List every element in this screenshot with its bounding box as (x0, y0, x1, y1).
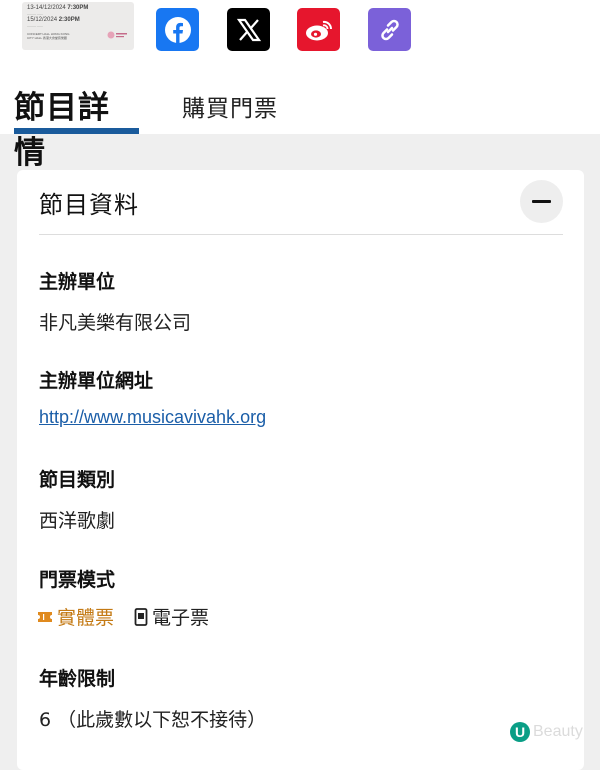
thumb-subline-2: ——— —— (27, 24, 43, 28)
event-thumbnail[interactable]: 13-14/12/2024 7:30PM ——— —— 15/12/2024 2… (22, 2, 134, 50)
program-info-card: 節目資料 主辦單位 非凡美樂有限公司 主辦單位網址 http://www.mus… (17, 170, 584, 770)
e-ticket-label: 電子票 (152, 607, 210, 629)
section-title: 節目資料 (39, 191, 139, 219)
thumb-venue: CONCERT HALL HONG KONG CITY HALL 香港大會堂音樂… (27, 32, 70, 40)
ticket-mode-label: 門票模式 (39, 569, 116, 591)
paper-ticket-label: 實體票 (57, 607, 115, 629)
copy-link-button[interactable] (368, 8, 411, 51)
ticket-mode-values: 實體票 電子票 (37, 603, 209, 630)
watermark-text: Beauty (533, 723, 583, 740)
website-link[interactable]: http://www.musicavivahk.org (39, 407, 266, 428)
divider (39, 234, 563, 235)
organizer-label: 主辦單位 (39, 271, 116, 293)
weibo-share-button[interactable] (297, 8, 340, 51)
category-value: 西洋歌劇 (39, 510, 116, 532)
paper-ticket-icon (37, 610, 53, 624)
link-icon (380, 19, 399, 40)
active-tab-indicator (14, 128, 139, 134)
tab-bar: 節目詳情 購買門票 (0, 72, 600, 171)
facebook-icon (164, 16, 191, 43)
organizer-value: 非凡美樂有限公司 (39, 312, 192, 334)
tab-buy-tickets[interactable]: 購買門票 (182, 89, 278, 123)
age-limit-label: 年齡限制 (39, 668, 116, 690)
weibo-icon (305, 20, 332, 40)
facebook-share-button[interactable] (156, 8, 199, 51)
category-label: 節目類別 (39, 469, 116, 491)
age-limit-value: 6 （此歲數以下恕不接待） (39, 709, 267, 731)
x-icon (236, 18, 261, 41)
collapse-button[interactable] (520, 180, 563, 223)
share-bar: 13-14/12/2024 7:30PM ——— —— 15/12/2024 2… (0, 0, 600, 72)
watermark-logo-icon: U (510, 722, 530, 742)
website-label: 主辦單位網址 (39, 370, 154, 392)
x-share-button[interactable] (227, 8, 270, 51)
thumb-logo-icon (107, 31, 127, 39)
minus-icon (532, 200, 551, 203)
thumb-date-2: 15/12/2024 2:30PM (27, 17, 80, 23)
thumb-date-1: 13-14/12/2024 7:30PM (27, 5, 89, 11)
watermark: U Beauty (510, 722, 583, 742)
thumb-subline-1: ——— —— (27, 12, 43, 16)
e-ticket-icon (134, 607, 148, 626)
tab-program-details[interactable]: 節目詳情 (14, 82, 139, 171)
